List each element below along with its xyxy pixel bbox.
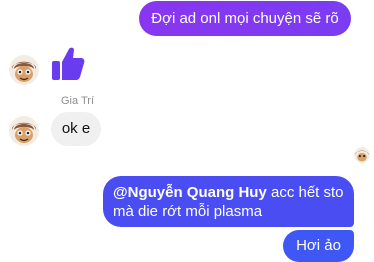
message-text: Hơi ảo [296,237,341,254]
sender-name: Gia Trí [61,95,95,107]
contact-avatar[interactable] [9,116,39,146]
outgoing-message-bubble[interactable]: Đợi ad onl mọi chuyện sẽ rõ [139,1,351,36]
user-mention[interactable]: @Nguyễn Quang Huy [113,184,267,201]
message-text: ok e [61,120,91,137]
avatar-image [9,116,39,146]
thumbs-up-icon[interactable] [51,46,85,82]
message-text: acc hết sto [266,184,344,201]
contact-avatar[interactable] [9,55,39,85]
avatar-image [9,55,39,85]
message-line: @Nguyễn Quang Huy acc hết sto [113,183,354,202]
outgoing-message-bubble[interactable]: @Nguyễn Quang Huy acc hết sto mà die rớt… [103,176,354,227]
message-text: mà die rớt mỗi plasma [113,203,263,220]
incoming-message-bubble[interactable]: ok e [51,112,101,146]
avatar-image [354,147,370,163]
seen-receipt-avatar [354,147,370,163]
outgoing-message-bubble[interactable]: Hơi ảo [283,230,354,262]
message-text: Đợi ad onl mọi chuyện sẽ rõ [151,10,339,27]
